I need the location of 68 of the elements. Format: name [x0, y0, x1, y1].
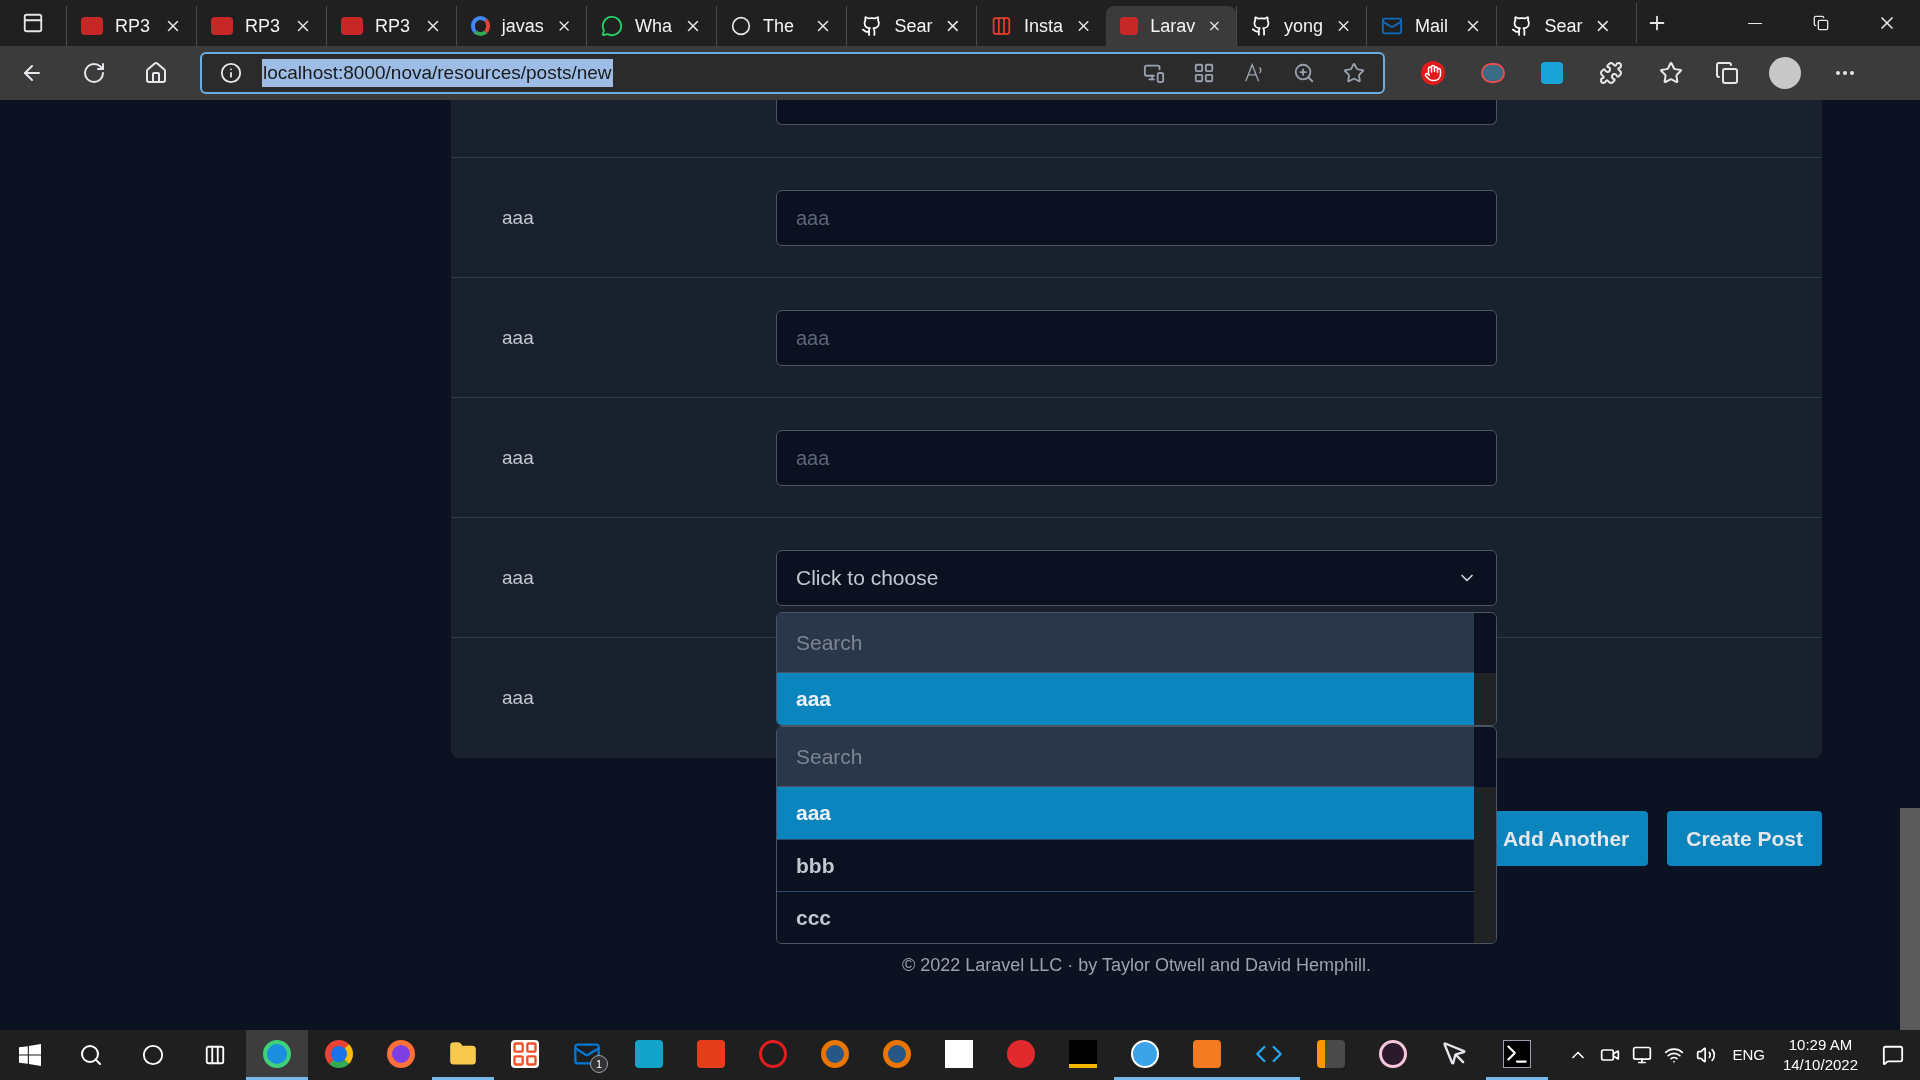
tab-title: RP3: [115, 14, 151, 38]
tab-title: Wha: [635, 14, 672, 38]
tab-title: RP3: [375, 14, 411, 38]
field-label: aaa: [501, 446, 535, 470]
count-badge: 1: [590, 1055, 608, 1073]
hand-logo-icon[interactable]: [1421, 61, 1445, 85]
tab-title: Sear: [1544, 14, 1583, 38]
terminal-icon: [1503, 1039, 1531, 1068]
text-input[interactable]: aaa: [776, 310, 1497, 366]
cortana-icon[interactable]: [142, 1044, 164, 1066]
extensions-icon[interactable]: [1599, 61, 1623, 85]
task-view-icon[interactable]: [204, 1044, 226, 1066]
browser-tab[interactable]: Larav: [1106, 6, 1236, 46]
text-input[interactable]: aaa: [776, 430, 1497, 486]
tab-title: Sear: [894, 14, 933, 38]
dropdown-option[interactable]: aaa: [777, 787, 1474, 839]
devices-icon[interactable]: [1143, 62, 1165, 84]
footer-text: © 2022 Laravel LLC · by Taylor Otwell and David Hemphill.: [901, 955, 1372, 975]
search-input[interactable]: Search: [777, 727, 1474, 787]
tab-actions-icon: [22, 12, 44, 34]
tab-title: Larav: [1150, 14, 1196, 38]
tab-title: javas: [501, 14, 544, 38]
language-indicator[interactable]: ENG: [1732, 1043, 1765, 1067]
volume-icon[interactable]: [1696, 1045, 1717, 1065]
read-aloud-icon[interactable]: [1243, 62, 1265, 84]
chat-icon: [601, 15, 623, 37]
minimize-icon: [1748, 22, 1762, 24]
folder-icon: [449, 1039, 477, 1068]
monitor-icon[interactable]: [1632, 1045, 1653, 1065]
ring-logo-icon: [1379, 1039, 1407, 1068]
scrollbar: [1474, 673, 1496, 725]
restore-icon: [1813, 15, 1829, 31]
collections-icon[interactable]: [1715, 61, 1739, 85]
dropdown-option[interactable]: aaa: [777, 673, 1474, 725]
field-label: aaa: [501, 326, 535, 350]
tab-title: RP3: [245, 14, 281, 38]
clock[interactable]: 10:29 AM 14/10/2022: [1782, 1035, 1858, 1075]
avatar-icon[interactable]: [1769, 57, 1801, 89]
reload-icon[interactable]: [82, 61, 106, 85]
cat-logo-icon: [1251, 15, 1272, 37]
dropdown-option[interactable]: ccc: [777, 891, 1474, 943]
zoom-icon[interactable]: [1293, 62, 1315, 84]
select-field[interactable]: Click to choose: [776, 550, 1497, 606]
tab-title: Mail: [1415, 14, 1449, 38]
field-label: aaa: [501, 686, 535, 710]
apps-icon[interactable]: [1193, 62, 1215, 84]
cat-logo-icon: [1511, 15, 1533, 37]
url-text: localhost:8000/nova/resources/posts/new: [262, 58, 613, 88]
tab-title: yong: [1283, 14, 1323, 38]
taskbar-app[interactable]: 1: [556, 1030, 618, 1080]
home-icon[interactable]: [144, 61, 168, 85]
field-label: aaa: [501, 566, 535, 590]
text-input[interactable]: aaa: [776, 190, 1497, 246]
mail-icon: [1381, 15, 1403, 37]
tab-title: Insta: [1023, 14, 1063, 38]
search-input[interactable]: Search: [777, 613, 1474, 673]
address-bar[interactable]: localhost:8000/nova/resources/posts/new: [200, 52, 1385, 94]
notifications-icon[interactable]: [1882, 1044, 1904, 1066]
field-label: aaa: [501, 206, 535, 230]
info-icon: [220, 62, 242, 84]
windows-logo-icon: [19, 1044, 41, 1066]
wifi-icon[interactable]: [1664, 1045, 1685, 1065]
favorite-icon[interactable]: [1343, 62, 1365, 84]
text-input[interactable]: [776, 100, 1497, 125]
favorites-icon[interactable]: [1659, 61, 1683, 85]
cat-logo-icon: [861, 15, 883, 37]
tab-title: The: [763, 14, 796, 38]
search-icon[interactable]: [79, 1043, 103, 1067]
